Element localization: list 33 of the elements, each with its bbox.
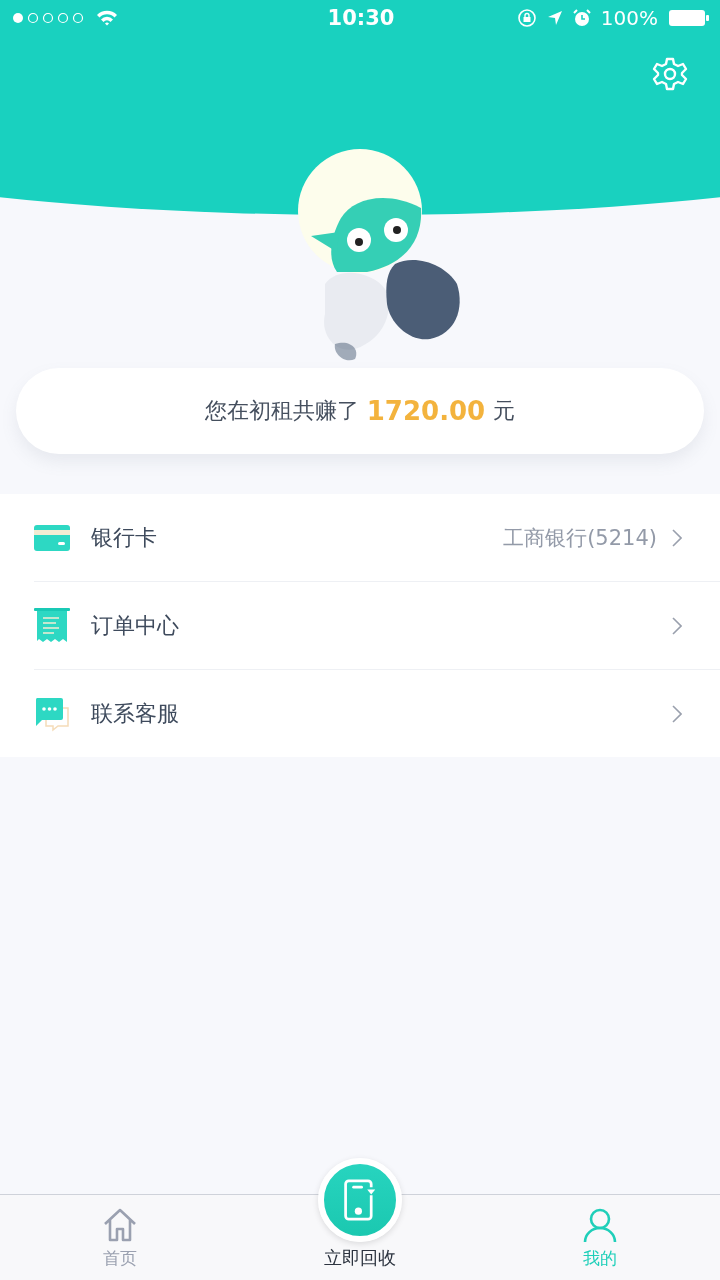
menu-item[interactable]: 银行卡 工商银行(5214) <box>34 494 720 582</box>
chevron-right-icon <box>672 616 682 635</box>
bank-account-value: 工商银行(5214) <box>503 524 657 552</box>
chevron-right-icon <box>672 528 682 547</box>
earnings-amount: 1720.00 <box>366 396 486 426</box>
location-icon <box>546 10 563 26</box>
chat-icon <box>34 695 70 732</box>
currency-unit: 元 <box>493 397 516 425</box>
menu-item[interactable]: 联系客服 <box>34 670 720 757</box>
phone-icon <box>344 1179 376 1221</box>
battery-percent: 100% <box>600 6 658 30</box>
bank-card-icon <box>34 524 70 551</box>
menu-item[interactable]: 订单中心 <box>34 582 720 670</box>
earnings-label: 您在初租共赚了 <box>204 397 359 425</box>
alarm-icon <box>572 9 591 27</box>
menu-label: 银行卡 <box>91 523 158 552</box>
status-time: 10:30 <box>327 6 395 30</box>
receipt-icon <box>34 607 70 644</box>
tab[interactable]: 立即回收 <box>240 1144 480 1280</box>
chevron-right-icon <box>672 704 682 723</box>
settings-icon[interactable] <box>652 56 688 92</box>
recycle-button[interactable] <box>318 1158 402 1242</box>
tab-label: 首页 <box>103 1247 137 1270</box>
tab-label: 立即回收 <box>324 1246 396 1270</box>
tab-label: 我的 <box>583 1247 617 1270</box>
home-icon <box>102 1207 138 1243</box>
battery-icon <box>668 9 710 27</box>
wifi-icon <box>96 10 118 26</box>
menu-label: 订单中心 <box>91 611 180 640</box>
signal-icon <box>12 12 84 24</box>
rotation-lock-icon <box>516 8 537 28</box>
person-icon <box>582 1207 618 1243</box>
menu-label: 联系客服 <box>91 699 180 728</box>
